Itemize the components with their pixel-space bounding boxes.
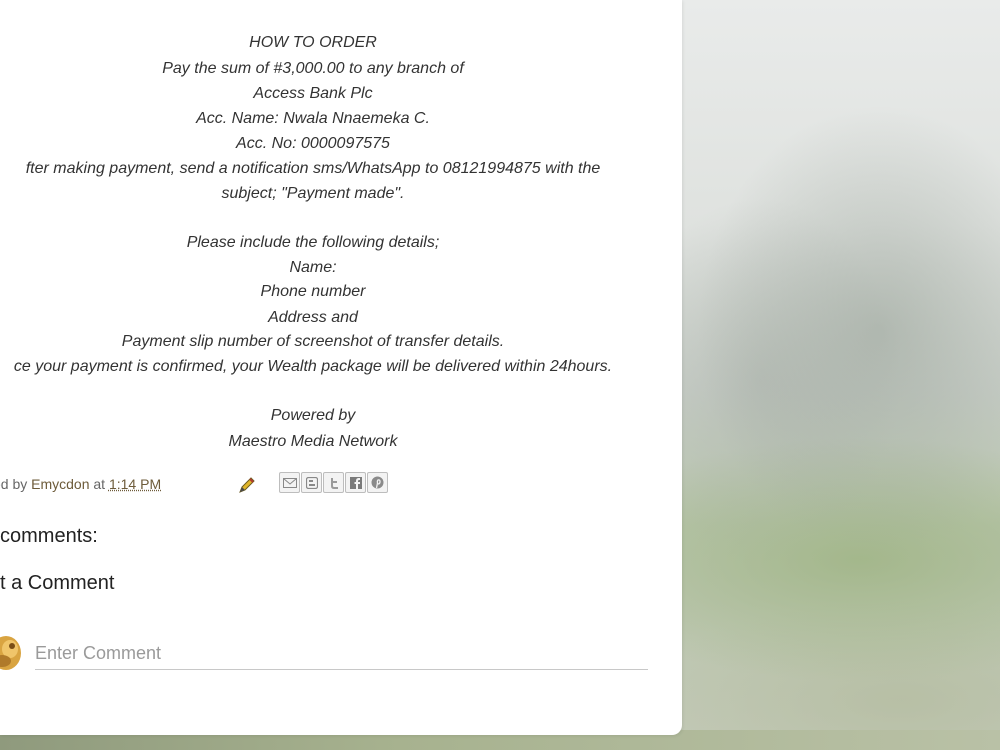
- blogger-share-button[interactable]: [301, 472, 322, 493]
- post-line-network: Maestro Media Network: [228, 433, 398, 450]
- post-line-address: Address and: [268, 309, 358, 326]
- share-buttons: [279, 472, 389, 494]
- comment-input[interactable]: [35, 637, 648, 670]
- post-line-delivery: ce your payment is confirmed, your Wealt…: [13, 358, 613, 375]
- pinterest-share-button[interactable]: [367, 472, 388, 493]
- posted-by-prefix: ed by: [0, 476, 28, 492]
- post-line-details-heading: Please include the following details;: [186, 234, 440, 251]
- author-link[interactable]: Emycdon: [31, 476, 89, 492]
- comments-count-heading: comments:: [0, 525, 98, 547]
- twitter-share-button[interactable]: [323, 472, 344, 493]
- post-line-powered-by: Powered by: [270, 407, 356, 424]
- post-card: HOW TO ORDER Pay the sum of #3,000.00 to…: [0, 0, 682, 735]
- post-line-payment-slip: Payment slip number of screenshot of tra…: [121, 333, 505, 350]
- post-line-phone: Phone number: [260, 283, 366, 300]
- posted-by-text: ed by Emycdon at 1:14 PM: [0, 476, 161, 492]
- commenter-avatar: [0, 631, 22, 673]
- post-line-order-heading: HOW TO ORDER: [249, 34, 377, 51]
- pinterest-icon: [371, 476, 384, 489]
- post-line-account-name: Acc. Name: Nwala Nnaemeka C.: [196, 110, 430, 127]
- post-line-subject: subject; "Payment made".: [221, 185, 405, 202]
- post-line-name: Name:: [289, 259, 337, 276]
- email-share-button[interactable]: [279, 472, 300, 493]
- blogger-icon: [305, 476, 318, 489]
- post-timestamp-link[interactable]: 1:14 PM: [109, 476, 161, 492]
- posted-at-text: at: [89, 476, 109, 492]
- post-line-payment-amount: Pay the sum of #3,000.00 to any branch o…: [162, 60, 464, 77]
- facebook-share-button[interactable]: [345, 472, 366, 493]
- post-line-bank: Access Bank Plc: [253, 85, 373, 102]
- post-line-notification: fter making payment, send a notification…: [25, 160, 601, 177]
- facebook-icon: [349, 476, 362, 489]
- twitter-icon: [330, 477, 338, 489]
- edit-pencil-icon[interactable]: [236, 474, 258, 496]
- post-comment-heading: st a Comment: [0, 572, 115, 594]
- email-icon: [282, 477, 297, 488]
- post-line-account-number: Acc. No: 0000097575: [236, 135, 390, 152]
